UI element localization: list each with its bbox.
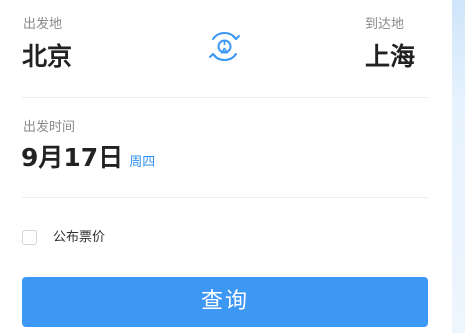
to-city[interactable]: 上海 — [365, 44, 415, 69]
from-city[interactable]: 北京 — [22, 44, 72, 69]
public-fare-label: 公布票价 — [53, 230, 106, 245]
date-value: 9月17日 — [21, 143, 124, 172]
divider — [22, 97, 428, 98]
date-label: 出发时间 — [23, 120, 76, 135]
date-selector[interactable]: 9月17日 周四 — [21, 143, 155, 173]
divider — [22, 197, 428, 198]
side-background-strip — [452, 0, 465, 333]
from-label: 出发地 — [23, 17, 63, 32]
swap-stations-button[interactable] — [206, 28, 243, 65]
to-label: 到达地 — [364, 17, 404, 32]
train-swap-icon — [209, 32, 240, 61]
search-button[interactable]: 查询 — [22, 277, 428, 327]
public-fare-checkbox[interactable] — [22, 230, 37, 245]
weekday-label: 周四 — [129, 155, 156, 170]
ticket-search-card: 出发地 北京 到达地 上海 出发时间 9月17日 周四 公布票价 查询 — [0, 0, 452, 333]
